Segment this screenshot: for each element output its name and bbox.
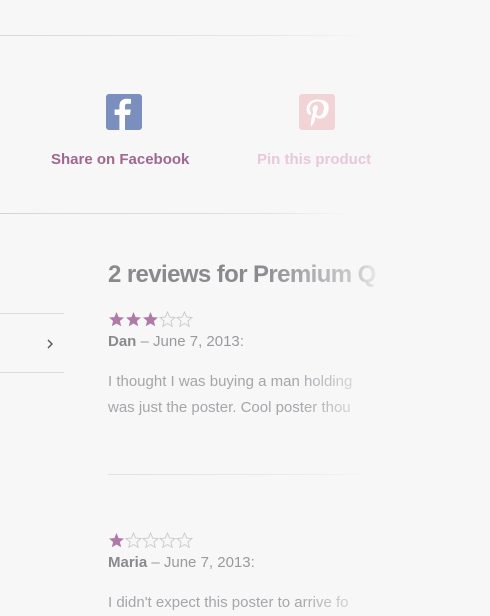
star-empty-icon [159,532,176,549]
star-empty-icon [125,532,142,549]
review-meta: Dan – June 7, 2013: [108,333,408,350]
review-author: Dan [108,333,137,350]
review-date: June 7, 2013: [163,554,255,571]
divider-top [0,35,490,36]
star-empty-icon [176,311,193,328]
star-rating [108,311,408,329]
review-body: I didn't expect this poster to arrive fo [108,590,408,616]
review-author: Maria [108,554,148,571]
review-separator: – [147,554,164,571]
review-body: I thought I was buying a man holding was… [108,369,408,421]
review-divider [108,474,490,475]
chevron-right-icon[interactable] [44,337,56,351]
divider-middle [0,213,490,214]
review-separator: – [136,333,154,350]
review-body-line: was just the poster. Cool poster thou [108,399,351,416]
facebook-icon[interactable] [106,94,142,130]
star-rating [108,532,408,550]
star-filled-icon [109,533,124,548]
star-empty-icon [176,532,193,549]
pin-product-label[interactable]: Pin this product [257,151,371,168]
sidebar-divider-top [0,313,64,314]
star-filled-icon [109,312,124,327]
review-item: Dan – June 7, 2013: I thought I was buyi… [108,311,408,421]
sidebar-divider-bottom [0,372,64,373]
review-item: Maria – June 7, 2013: I didn't expect th… [108,532,408,616]
pinterest-icon[interactable] [299,94,335,130]
star-filled-icon [126,312,141,327]
share-facebook-label[interactable]: Share on Facebook [51,151,189,168]
star-filled-icon [143,312,158,327]
review-meta: Maria – June 7, 2013: [108,554,408,571]
review-date: June 7, 2013: [153,333,244,350]
reviews-title: 2 reviews for Premium Q [108,261,376,288]
star-empty-icon [159,311,176,328]
review-body-line: I thought I was buying a man holding [108,373,353,390]
star-empty-icon [142,532,159,549]
review-body-line: I didn't expect this poster to arrive fo [108,594,349,611]
